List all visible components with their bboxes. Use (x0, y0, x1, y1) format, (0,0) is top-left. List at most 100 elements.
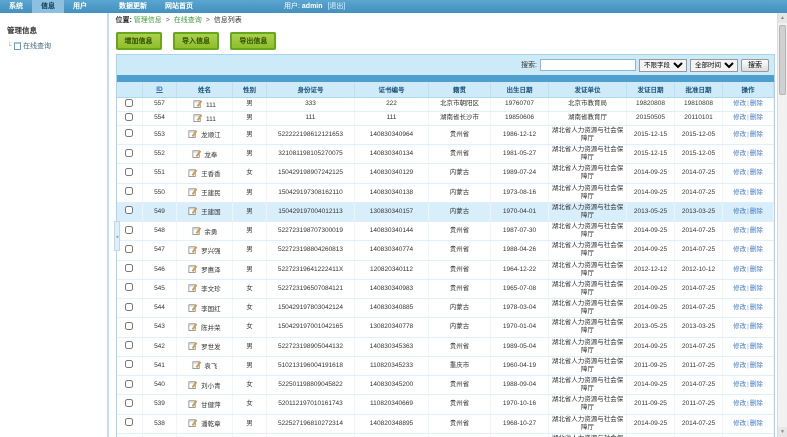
delete-link[interactable]: 删除 (750, 285, 763, 292)
row-select-checkbox[interactable] (125, 322, 133, 330)
edit-note-icon[interactable] (188, 206, 197, 215)
edit-note-icon[interactable] (192, 226, 201, 235)
logout-link[interactable]: [退出] (327, 3, 345, 10)
search-time-select[interactable]: 全部时间 (690, 59, 738, 72)
row-select-checkbox[interactable] (125, 341, 133, 349)
delete-link[interactable]: 删除 (750, 227, 763, 234)
delete-link[interactable]: 删除 (750, 400, 763, 407)
delete-link[interactable]: 删除 (750, 266, 763, 273)
row-select-checkbox[interactable] (125, 149, 133, 157)
edit-note-icon[interactable] (188, 283, 197, 292)
delete-link[interactable]: 删除 (750, 420, 763, 427)
edit-link[interactable]: 修改 (733, 323, 746, 330)
nav-item-1[interactable]: 信息 (32, 0, 64, 13)
row-select-checkbox[interactable] (125, 99, 133, 107)
row-select-checkbox[interactable] (125, 113, 133, 121)
export-info-button[interactable]: 导出信息 (230, 32, 276, 50)
scroll-up-arrow-icon[interactable]: ▲ (778, 13, 787, 23)
column-header-0[interactable]: ID (143, 82, 177, 97)
row-select-checkbox[interactable] (125, 360, 133, 368)
edit-link[interactable]: 修改 (733, 381, 746, 388)
sidebar-collapse-handle[interactable]: ◄ (114, 221, 120, 251)
delete-link[interactable]: 删除 (750, 381, 763, 388)
breadcrumb-link-query[interactable]: 在线查询 (174, 17, 202, 24)
delete-link[interactable]: 删除 (750, 323, 763, 330)
edit-link[interactable]: 修改 (733, 208, 746, 215)
nav-item-0[interactable]: 系统 (0, 0, 32, 13)
edit-link[interactable]: 修改 (733, 362, 746, 369)
edit-note-icon[interactable] (188, 245, 197, 254)
edit-link[interactable]: 修改 (733, 285, 746, 292)
edit-link[interactable]: 修改 (733, 227, 746, 234)
nav-item-2[interactable]: 用户 (64, 0, 96, 13)
row-select-checkbox[interactable] (125, 399, 133, 407)
edit-link[interactable]: 修改 (733, 150, 746, 157)
edit-note-icon[interactable] (192, 149, 201, 158)
row-select-checkbox[interactable] (125, 129, 133, 137)
delete-link[interactable]: 删除 (750, 304, 763, 311)
delete-link[interactable]: 删除 (750, 114, 763, 121)
delete-link[interactable]: 删除 (750, 189, 763, 196)
row-select-checkbox[interactable] (125, 168, 133, 176)
search-field-select[interactable]: 不限字段 (639, 59, 687, 72)
row-select-checkbox[interactable] (125, 206, 133, 214)
import-info-button[interactable]: 导入信息 (173, 32, 219, 50)
row-select-checkbox[interactable] (125, 226, 133, 234)
edit-note-icon[interactable] (193, 99, 202, 108)
cell-gender: 女 (233, 279, 267, 298)
cell-issuer: 湖北省人力资源与社会保障厅 (549, 145, 627, 164)
edit-link[interactable]: 修改 (733, 420, 746, 427)
edit-link[interactable]: 修改 (733, 114, 746, 121)
scrollbar-thumb[interactable] (779, 25, 786, 95)
cell-id-card: 150429197308162110 (267, 183, 355, 202)
edit-link[interactable]: 修改 (733, 246, 746, 253)
add-info-button[interactable]: 增加信息 (116, 32, 162, 50)
delete-link[interactable]: 删除 (750, 246, 763, 253)
nav-item-4[interactable]: 网站首页 (156, 0, 202, 13)
breadcrumb-link-manage[interactable]: 管理信息 (134, 17, 162, 24)
row-select-checkbox[interactable] (125, 303, 133, 311)
delete-link[interactable]: 删除 (750, 362, 763, 369)
sidebar-item-online-query[interactable]: └ 在线查询 (7, 41, 107, 51)
edit-note-icon[interactable] (192, 360, 201, 369)
row-select-checkbox[interactable] (125, 264, 133, 272)
edit-note-icon[interactable] (188, 341, 197, 350)
edit-link[interactable]: 修改 (733, 100, 746, 107)
edit-link[interactable]: 修改 (733, 266, 746, 273)
edit-note-icon[interactable] (188, 168, 197, 177)
search-input[interactable] (540, 59, 636, 71)
row-select-checkbox[interactable] (125, 380, 133, 388)
row-select-checkbox[interactable] (125, 187, 133, 195)
row-select-checkbox[interactable] (125, 245, 133, 253)
edit-note-icon[interactable] (188, 303, 197, 312)
delete-link[interactable]: 删除 (750, 131, 763, 138)
edit-link[interactable]: 修改 (733, 131, 746, 138)
edit-note-icon[interactable] (188, 187, 197, 196)
edit-link[interactable]: 修改 (733, 189, 746, 196)
nav-item-3[interactable]: 数据更新 (110, 0, 156, 13)
edit-link[interactable]: 修改 (733, 304, 746, 311)
vertical-scrollbar[interactable]: ▲ ▼ (777, 13, 787, 437)
edit-note-icon[interactable] (193, 113, 202, 122)
cell-issue-date: 2015-12-15 (627, 125, 675, 144)
edit-note-icon[interactable] (188, 322, 197, 331)
scroll-down-arrow-icon[interactable]: ▼ (778, 427, 787, 437)
search-button[interactable]: 搜索 (741, 59, 769, 72)
edit-note-icon[interactable] (188, 129, 197, 138)
edit-note-icon[interactable] (188, 264, 197, 273)
table-row: 547 罗兴强 男 522723198804260813 14083034077… (117, 241, 774, 260)
edit-note-icon[interactable] (188, 380, 197, 389)
delete-link[interactable]: 删除 (750, 169, 763, 176)
edit-note-icon[interactable] (188, 399, 197, 408)
delete-link[interactable]: 删除 (750, 150, 763, 157)
delete-link[interactable]: 删除 (750, 208, 763, 215)
row-select-checkbox[interactable] (125, 283, 133, 291)
delete-link[interactable]: 删除 (750, 100, 763, 107)
row-select-checkbox[interactable] (125, 418, 133, 426)
edit-link[interactable]: 修改 (733, 343, 746, 350)
edit-link[interactable]: 修改 (733, 400, 746, 407)
cell-issuer: 湖北省人力资源与社会保障厅 (549, 318, 627, 337)
edit-note-icon[interactable] (188, 418, 197, 427)
edit-link[interactable]: 修改 (733, 169, 746, 176)
delete-link[interactable]: 删除 (750, 343, 763, 350)
